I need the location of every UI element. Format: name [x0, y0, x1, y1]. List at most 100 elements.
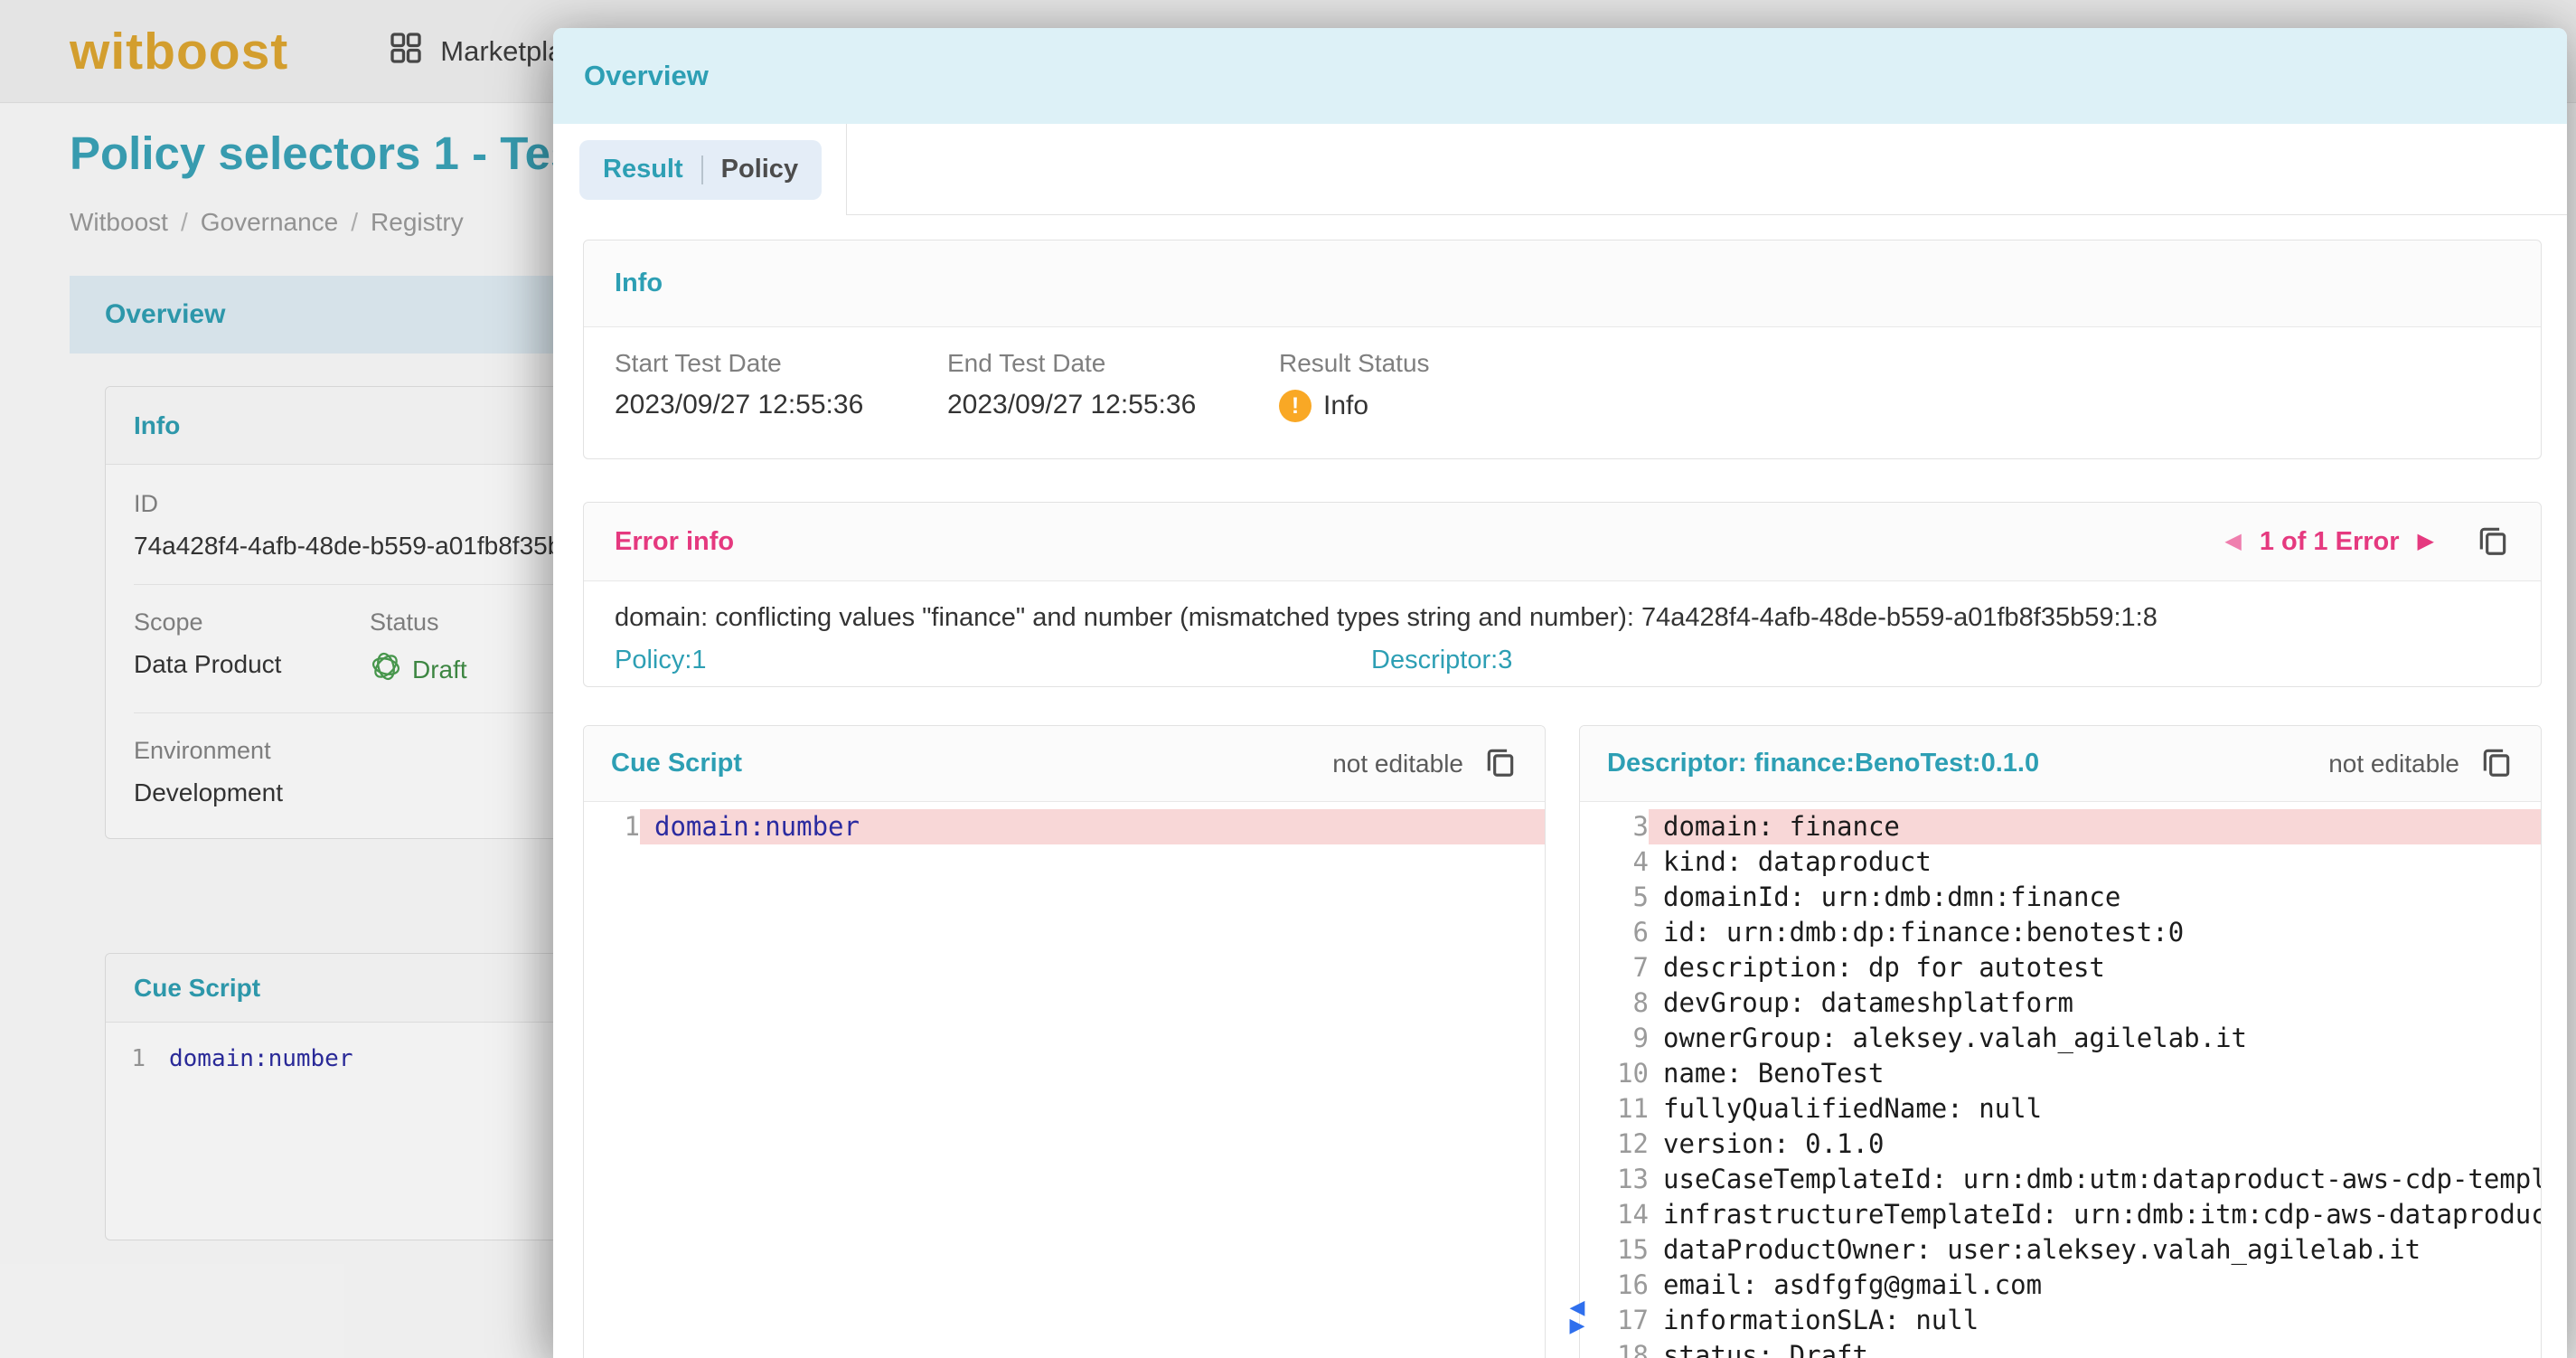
cue-script-panel-header: Cue Script not editable [584, 726, 1545, 802]
overview-modal: Overview Result Policy Info Start Test D [553, 28, 2567, 1358]
line-number: 3 [1580, 809, 1649, 844]
error-message: domain: conflicting values "finance" and… [615, 603, 2510, 633]
line-number: 12 [1580, 1127, 1649, 1162]
code-line: 16 email: asdfgfg@gmail.com [1580, 1268, 2541, 1303]
start-test-date-value: 2023/09/27 12:55:36 [615, 390, 947, 420]
line-number: 10 [1580, 1056, 1649, 1091]
code-text: devGroup: datameshplatform [1649, 985, 2541, 1021]
code-line: 6 id: urn:dmb:dp:finance:benotest:0 [1580, 915, 2541, 950]
code-line: 12 version: 0.1.0 [1580, 1127, 2541, 1162]
code-line: 4 kind: dataproduct [1580, 844, 2541, 880]
line-number: 4 [1580, 844, 1649, 880]
result-info-header: Info [584, 240, 2541, 327]
cue-script-panel-title: Cue Script [611, 749, 742, 778]
code-line: 5 domainId: urn:dmb:dmn:finance [1580, 880, 2541, 915]
modal-title: Overview [584, 60, 709, 92]
result-info-title: Info [615, 269, 663, 298]
next-error-button[interactable]: ▶ [2418, 531, 2434, 552]
modal-tabs-spacer [847, 124, 2567, 215]
modal-tabs-cell: Result Policy [553, 124, 847, 215]
line-number: 6 [1580, 915, 1649, 950]
error-count: 1 of 1 Error [2260, 527, 2400, 557]
code-line: 18 status: Draft [1580, 1338, 2541, 1358]
copy-descriptor-button[interactable] [2479, 745, 2514, 782]
end-test-date-value: 2023/09/27 12:55:36 [947, 390, 1279, 420]
result-info-body: Start Test Date 2023/09/27 12:55:36 End … [584, 327, 2541, 458]
code-line: 1 domain:number [584, 809, 1545, 844]
code-line: 17 informationSLA: null [1580, 1303, 2541, 1338]
tab-policy[interactable]: Policy [721, 155, 798, 184]
copy-error-button[interactable] [2476, 523, 2510, 561]
code-text: name: BenoTest [1649, 1056, 2541, 1091]
modal-tabs-row: Result Policy [553, 124, 2567, 215]
code-text: infrastructureTemplateId: urn:dmb:itm:cd… [1649, 1197, 2541, 1232]
code-text: email: asdfgfg@gmail.com [1649, 1268, 2541, 1303]
copy-icon [2476, 523, 2510, 561]
prev-error-button[interactable]: ◀ [2224, 531, 2241, 552]
copy-icon [1483, 745, 1518, 782]
tab-result[interactable]: Result [603, 155, 683, 184]
code-line: 11 fullyQualifiedName: null [1580, 1091, 2541, 1127]
code-text: useCaseTemplateId: urn:dmb:utm:dataprodu… [1649, 1162, 2541, 1197]
info-status-icon: ! [1279, 390, 1312, 422]
error-info-card: Error info ◀ 1 of 1 Error ▶ domain: conf… [583, 502, 2542, 687]
code-line: 13 useCaseTemplateId: urn:dmb:utm:datapr… [1580, 1162, 2541, 1197]
code-text: version: 0.1.0 [1649, 1127, 2541, 1162]
code-line: 14 infrastructureTemplateId: urn:dmb:itm… [1580, 1197, 2541, 1232]
code-text: domain: finance [1649, 809, 2541, 844]
start-test-date-label: Start Test Date [615, 349, 947, 378]
descriptor-editor[interactable]: 3 domain: finance 4 kind: dataproduct 5 [1580, 802, 2541, 1358]
error-info-title: Error info [615, 527, 734, 557]
result-status-label: Result Status [1279, 349, 1430, 378]
error-info-body: domain: conflicting values "finance" and… [584, 581, 2541, 686]
code-text: ownerGroup: aleksey.valah_agilelab.it [1649, 1021, 2541, 1056]
code-line: 9 ownerGroup: aleksey.valah_agilelab.it [1580, 1021, 2541, 1056]
policy-link[interactable]: Policy:1 [615, 646, 707, 674]
code-text: informationSLA: null [1649, 1303, 2541, 1338]
line-number: 9 [1580, 1021, 1649, 1056]
line-number: 11 [1580, 1091, 1649, 1127]
tab-separator [701, 156, 703, 184]
editors-row: Cue Script not editable [583, 725, 2542, 1358]
line-number: 15 [1580, 1232, 1649, 1268]
cue-script-editor[interactable]: 1 domain:number [584, 802, 1545, 1358]
descriptor-link[interactable]: Descriptor:3 [1371, 646, 1512, 674]
code-text: id: urn:dmb:dp:finance:benotest:0 [1649, 915, 2541, 950]
error-pagination: ◀ 1 of 1 Error ▶ [2224, 523, 2510, 561]
not-editable-badge: not editable [1332, 750, 1463, 778]
screen: witboost Marketplace Policy selectors 1 … [0, 0, 2576, 1358]
code-line: 15 dataProductOwner: user:aleksey.valah_… [1580, 1232, 2541, 1268]
line-number: 1 [584, 809, 640, 844]
code-text: domain:number [640, 809, 1545, 844]
modal-header: Overview [553, 28, 2567, 124]
code-text: kind: dataproduct [1649, 844, 2541, 880]
line-number: 8 [1580, 985, 1649, 1021]
descriptor-panel-header: Descriptor: finance:BenoTest:0.1.0 not e… [1580, 726, 2541, 802]
code-text: fullyQualifiedName: null [1649, 1091, 2541, 1127]
line-number: 14 [1580, 1197, 1649, 1232]
descriptor-panel-title: Descriptor: finance:BenoTest:0.1.0 [1607, 749, 2039, 778]
result-status-text: Info [1323, 391, 1368, 421]
code-text: description: dp for autotest [1649, 950, 2541, 985]
code-line: 8 devGroup: datameshplatform [1580, 985, 2541, 1021]
result-policy-toggle: Result Policy [579, 140, 822, 200]
line-number: 7 [1580, 950, 1649, 985]
panel-splitter-handle[interactable]: ◀ ▶ [1559, 1298, 1595, 1334]
end-test-date-label: End Test Date [947, 349, 1279, 378]
not-editable-badge: not editable [2328, 750, 2459, 778]
copy-icon [2479, 745, 2514, 782]
line-number: 13 [1580, 1162, 1649, 1197]
cue-script-panel: Cue Script not editable [583, 725, 1546, 1358]
error-info-header: Error info ◀ 1 of 1 Error ▶ [584, 503, 2541, 581]
code-text: domainId: urn:dmb:dmn:finance [1649, 880, 2541, 915]
code-line: 3 domain: finance [1580, 809, 2541, 844]
chevron-right-icon: ▶ [1570, 1316, 1585, 1334]
line-number: 18 [1580, 1338, 1649, 1358]
copy-cue-script-button[interactable] [1483, 745, 1518, 782]
line-number: 5 [1580, 880, 1649, 915]
code-text: status: Draft [1649, 1338, 2541, 1358]
result-status-value: ! Info [1279, 390, 1430, 422]
result-info-card: Info Start Test Date 2023/09/27 12:55:36… [583, 240, 2542, 459]
code-text: dataProductOwner: user:aleksey.valah_agi… [1649, 1232, 2541, 1268]
descriptor-panel: Descriptor: finance:BenoTest:0.1.0 not e… [1579, 725, 2542, 1358]
